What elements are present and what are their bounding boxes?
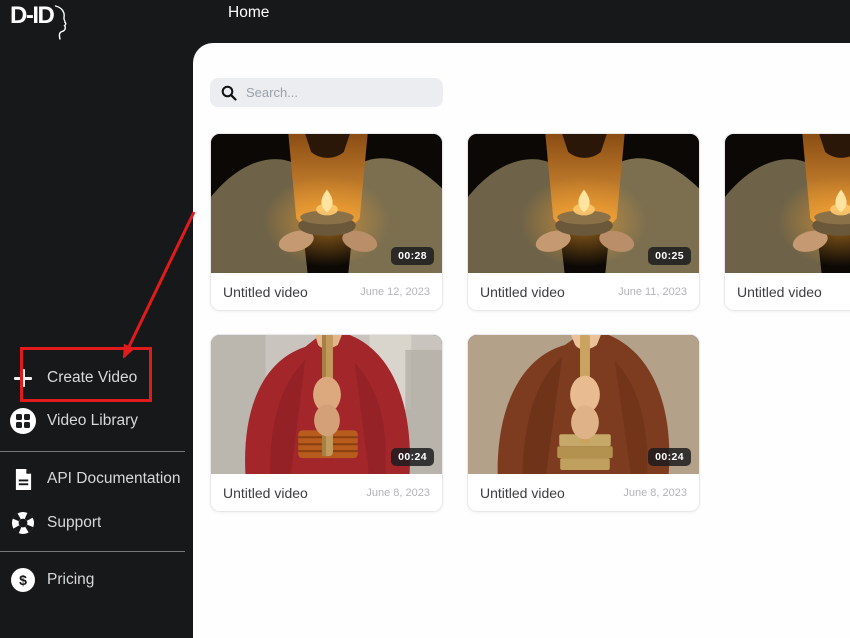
search-bar[interactable] xyxy=(210,78,443,107)
sidebar-item-label: Video Library xyxy=(47,412,138,430)
topbar: D-ID Home xyxy=(0,0,850,43)
main-panel: 00:28 Untitled video June 12, 2023 00:25… xyxy=(193,43,850,638)
sidebar-item-label: API Documentation xyxy=(47,470,181,488)
video-title: Untitled video xyxy=(737,284,822,300)
logo-text: D-ID xyxy=(10,4,53,28)
duration-badge: 00:24 xyxy=(391,448,434,466)
video-title: Untitled video xyxy=(223,485,308,501)
video-title: Untitled video xyxy=(480,485,565,501)
lifebuoy-icon xyxy=(10,510,36,536)
video-title: Untitled video xyxy=(480,284,565,300)
sidebar-divider xyxy=(0,451,185,452)
sidebar-item-api-documentation[interactable]: API Documentation xyxy=(0,461,193,497)
page-title: Home xyxy=(228,4,269,22)
video-card[interactable]: 00:24 Untitled video June 8, 2023 xyxy=(210,334,443,512)
sidebar-item-create-video[interactable]: Create Video xyxy=(0,360,193,396)
sidebar-item-pricing[interactable]: Pricing xyxy=(0,562,193,598)
sidebar-item-video-library[interactable]: Video Library xyxy=(0,403,193,439)
d-id-logo: D-ID xyxy=(10,4,68,41)
duration-badge: 00:24 xyxy=(648,448,691,466)
duration-badge: 00:28 xyxy=(391,247,434,265)
video-card[interactable]: 00:25 Untitled video June 11, 2023 xyxy=(467,133,700,311)
face-profile-icon xyxy=(54,5,68,41)
video-thumbnail: 00:24 xyxy=(468,335,699,474)
video-card[interactable]: 00:28 Untitled video June 12, 2023 xyxy=(210,133,443,311)
sidebar-divider xyxy=(0,551,185,552)
document-icon xyxy=(10,466,36,492)
video-thumbnail: 00:25 xyxy=(468,134,699,273)
dollar-circle-icon xyxy=(10,567,36,593)
video-thumbnail xyxy=(725,134,850,273)
sidebar-item-label: Create Video xyxy=(47,369,137,387)
card-footer: Untitled video June 12, 2023 xyxy=(211,273,442,310)
card-footer: Untitled video June 8, 2023 xyxy=(211,474,442,511)
video-card[interactable]: 00:24 Untitled video June 8, 2023 xyxy=(467,334,700,512)
grid-icon xyxy=(10,408,36,434)
video-thumbnail: 00:28 xyxy=(211,134,442,273)
card-footer: Untitled video June 11, 2023 xyxy=(468,273,699,310)
sidebar: Create Video Video Library API Documenta… xyxy=(0,43,193,638)
sidebar-item-label: Support xyxy=(47,514,101,532)
video-date: June 8, 2023 xyxy=(366,487,430,499)
video-date: June 11, 2023 xyxy=(618,286,687,298)
search-input[interactable] xyxy=(246,85,432,100)
video-date: June 12, 2023 xyxy=(360,286,430,298)
video-thumbnail: 00:24 xyxy=(211,335,442,474)
video-card[interactable]: Untitled video xyxy=(724,133,850,311)
card-footer: Untitled video June 8, 2023 xyxy=(468,474,699,511)
sidebar-item-label: Pricing xyxy=(47,571,94,589)
sidebar-item-support[interactable]: Support xyxy=(0,505,193,541)
card-footer: Untitled video xyxy=(725,273,850,310)
video-title: Untitled video xyxy=(223,284,308,300)
plus-icon xyxy=(10,365,36,391)
search-icon xyxy=(221,85,237,101)
video-date: June 8, 2023 xyxy=(623,487,687,499)
duration-badge: 00:25 xyxy=(648,247,691,265)
